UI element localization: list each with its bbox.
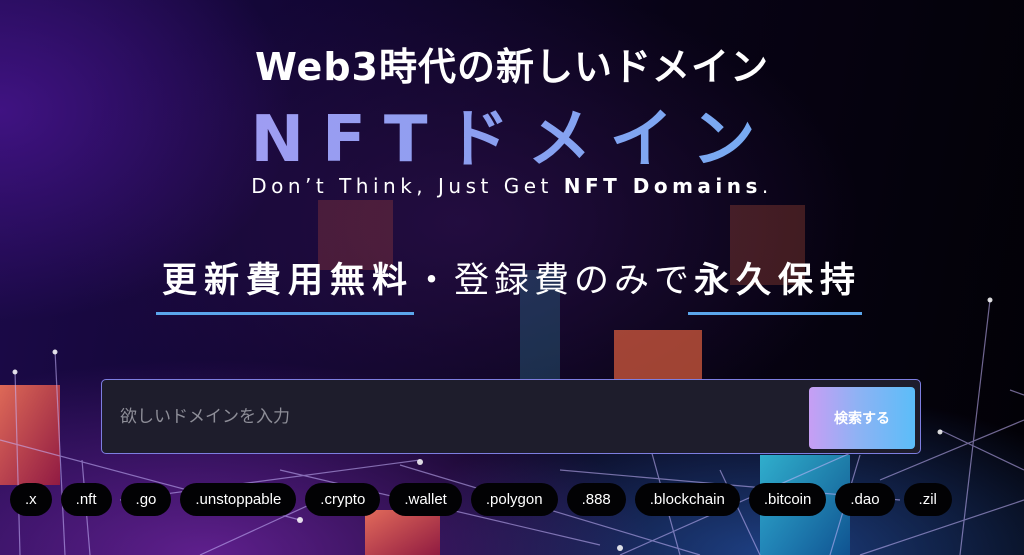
tagline-bold: NFT Domains	[563, 174, 762, 198]
tld-tag[interactable]: .wallet	[389, 483, 462, 516]
hero-tagline: Don’t Think, Just Get NFT Domains.	[0, 174, 1024, 198]
domain-search-box: 検索する	[101, 379, 921, 454]
tagline-prefix: Don’t Think, Just Get	[251, 174, 564, 198]
tld-tag[interactable]: .go	[120, 483, 172, 516]
hero-title: NFTドメイン	[0, 88, 1024, 180]
tld-tag[interactable]: .crypto	[305, 483, 381, 516]
tagline-suffix: .	[761, 174, 773, 198]
subhead-permanent: 永久保持	[687, 252, 863, 315]
search-button[interactable]: 検索する	[809, 387, 915, 449]
hero-headline: Web3時代の新しいドメイン	[255, 45, 769, 89]
tld-tag[interactable]: .polygon	[470, 483, 558, 516]
tld-tag-list: .x .nft .go .unstoppable .crypto .wallet .poly…	[10, 483, 952, 516]
domain-search-input[interactable]	[118, 380, 802, 454]
cube-shape	[0, 385, 60, 485]
subhead-registration-only: ・登録費のみで	[413, 261, 694, 301]
tld-tag[interactable]: .zil	[903, 483, 952, 516]
tld-tag[interactable]: .bitcoin	[748, 483, 827, 516]
tld-tag[interactable]: .x	[10, 483, 52, 516]
cube-shape	[614, 330, 702, 385]
tld-tag[interactable]: .unstoppable	[180, 483, 297, 516]
hero-subhead: 更新費用無料・登録費のみで永久保持	[0, 252, 1024, 315]
subhead-free-renewal: 更新費用無料	[155, 252, 415, 315]
cube-shape	[365, 510, 440, 555]
tld-tag[interactable]: .dao	[835, 483, 895, 516]
tld-tag[interactable]: .blockchain	[634, 483, 740, 516]
tld-tag[interactable]: .888	[566, 483, 626, 516]
tld-tag[interactable]: .nft	[60, 483, 112, 516]
